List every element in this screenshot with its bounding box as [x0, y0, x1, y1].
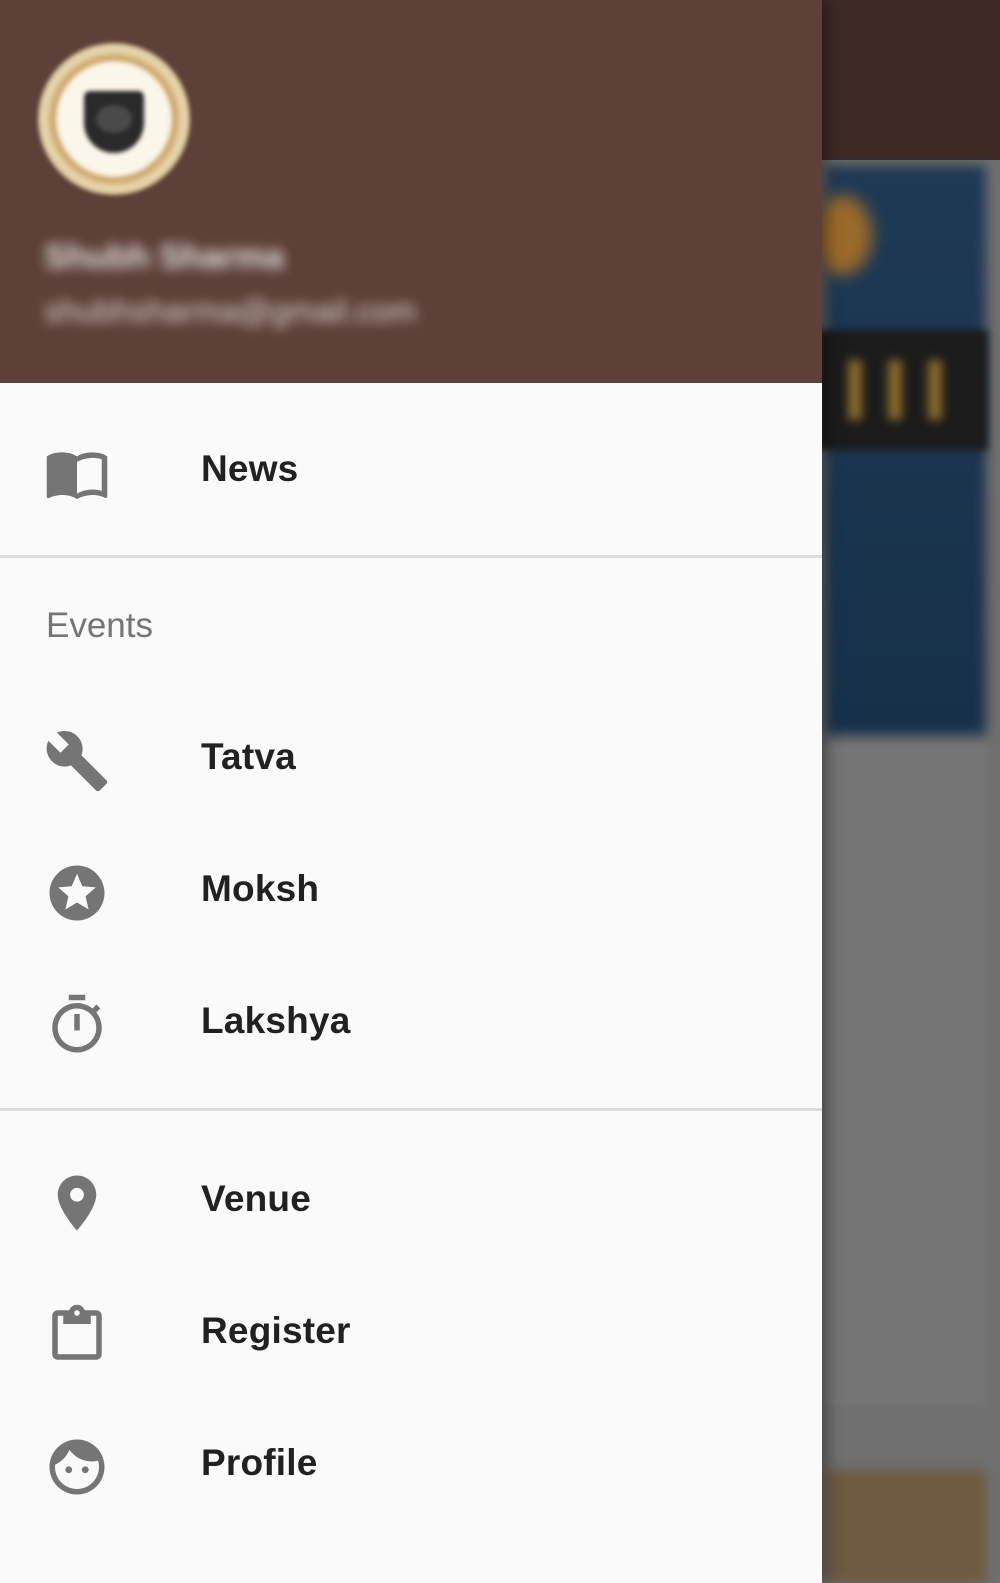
- nav-label-venue: Venue: [201, 1178, 311, 1219]
- nav-label-tatva: Tatva: [201, 736, 296, 777]
- location-pin-icon: [44, 1170, 110, 1236]
- background-card: [826, 745, 986, 1405]
- nav-item-venue[interactable]: Venue: [0, 1140, 822, 1260]
- navigation-drawer: Shubh Sharma shubhsharma@gmail.com News …: [0, 0, 822, 1583]
- face-icon: [44, 1434, 110, 1500]
- nav-item-tatva[interactable]: Tatva: [0, 698, 822, 818]
- divider: [0, 555, 822, 558]
- star-circle-icon: [44, 860, 110, 926]
- user-email: shubhsharma@gmail.com: [44, 293, 417, 329]
- drawer-header: Shubh Sharma shubhsharma@gmail.com: [0, 0, 822, 383]
- nav-label-news: News: [201, 448, 299, 489]
- nav-item-lakshya[interactable]: Lakshya: [0, 962, 822, 1082]
- background-banner-band: [818, 330, 988, 450]
- nav-item-register[interactable]: Register: [0, 1272, 822, 1392]
- background-bottom-image: [826, 1470, 986, 1583]
- section-header-events: Events: [46, 606, 153, 645]
- divider: [0, 1108, 822, 1111]
- avatar[interactable]: [38, 43, 190, 195]
- clipboard-icon: [44, 1302, 110, 1368]
- book-open-icon: [44, 440, 110, 506]
- nav-item-news[interactable]: News: [0, 410, 822, 530]
- nav-label-profile: Profile: [201, 1442, 318, 1483]
- stopwatch-icon: [44, 992, 110, 1058]
- nav-item-moksh[interactable]: Moksh: [0, 830, 822, 950]
- nav-label-moksh: Moksh: [201, 868, 320, 909]
- user-name: Shubh Sharma: [44, 238, 284, 276]
- crest-logo-icon: [84, 91, 144, 153]
- nav-label-lakshya: Lakshya: [201, 1000, 351, 1041]
- nav-label-register: Register: [201, 1310, 351, 1351]
- background-banner-text: [848, 360, 968, 420]
- wrench-icon: [44, 728, 110, 794]
- nav-item-profile[interactable]: Profile: [0, 1404, 822, 1524]
